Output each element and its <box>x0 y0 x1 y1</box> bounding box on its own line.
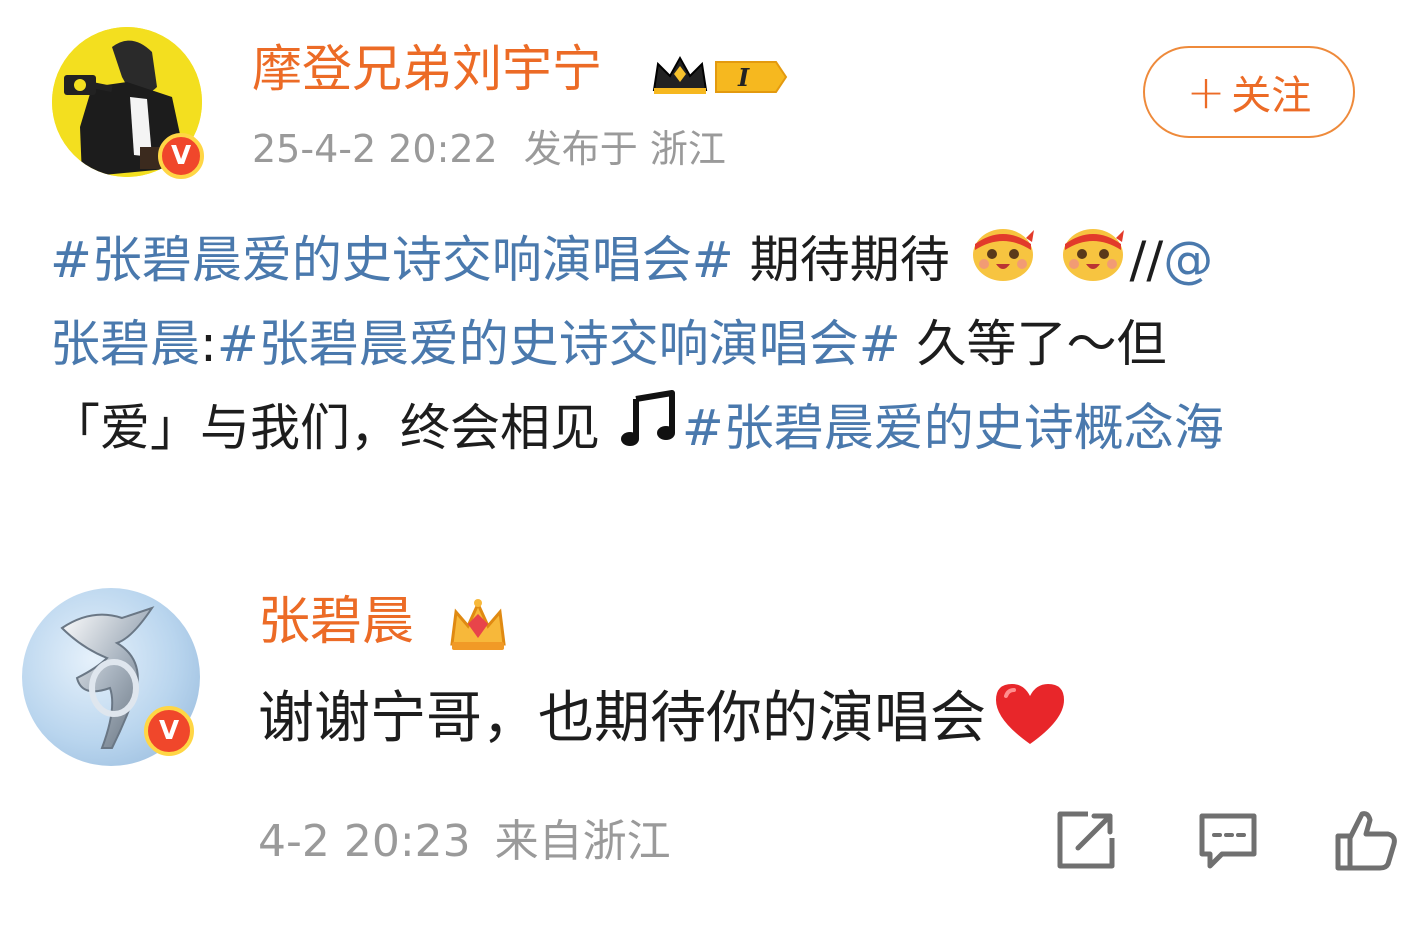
post-body-line-1: #张碧晨爱的史诗交响演唱会# 期待期待 //@ <box>50 218 1390 302</box>
verified-badge: V <box>144 706 194 756</box>
post-body: #张碧晨爱的史诗交响演唱会# 期待期待 //@ 张碧晨:#张碧晨爱的史诗交响演唱… <box>50 218 1390 470</box>
follow-button[interactable]: + 关注 <box>1143 46 1355 138</box>
comment-body: 谢谢宁哥，也期待你的演唱会 <box>258 680 1074 758</box>
comment-text: 谢谢宁哥，也期待你的演唱会 <box>258 686 986 751</box>
like-icon[interactable] <box>1334 808 1398 872</box>
repost-separator: // <box>1129 231 1164 289</box>
verified-badge: V <box>158 133 204 179</box>
music-note-emoji <box>620 389 678 474</box>
cheer-emoji <box>970 220 1036 307</box>
follow-label: 关注 <box>1231 73 1312 119</box>
post-meta: 25-4-2 20:22 发布于 浙江 <box>252 130 726 168</box>
comment-timestamp: 4-2 20:23 <box>258 816 471 867</box>
cheer-emoji <box>1060 220 1126 307</box>
crown-icon <box>446 594 510 654</box>
mention-link[interactable]: 张碧晨 <box>50 315 200 373</box>
hashtag-link[interactable]: #张碧晨爱的史诗交响演唱会# <box>217 315 901 373</box>
post-timestamp: 25-4-2 20:22 <box>252 127 498 171</box>
plus-icon: + <box>1186 65 1226 119</box>
share-icon[interactable] <box>1054 808 1118 872</box>
commenter-name[interactable]: 张碧晨 <box>258 596 414 648</box>
author-name[interactable]: 摩登兄弟刘宇宁 <box>252 44 602 94</box>
hashtag-link[interactable]: #张碧晨爱的史诗概念海 <box>682 399 1224 457</box>
mention-at[interactable]: @ <box>1163 231 1213 289</box>
level-text: I <box>737 63 750 92</box>
post-body-line-2: 张碧晨:#张碧晨爱的史诗交响演唱会# 久等了～但 <box>50 302 1390 386</box>
post-text: 「爱」与我们，终会相见 <box>50 399 600 457</box>
post-text: 期待期待 <box>733 231 950 289</box>
colon: : <box>200 315 217 373</box>
comment-meta: 4-2 20:23 来自浙江 <box>258 820 671 864</box>
comment-icon[interactable] <box>1196 808 1260 872</box>
commenter-avatar[interactable]: V <box>22 588 200 766</box>
red-heart-emoji <box>990 680 1070 758</box>
author-avatar[interactable]: V <box>52 27 204 179</box>
post-location: 发布于 浙江 <box>523 127 726 171</box>
post-text: 久等了～但 <box>900 315 1167 373</box>
post-body-line-3: 「爱」与我们，终会相见 #张碧晨爱的史诗概念海 <box>50 386 1390 470</box>
hashtag-link[interactable]: #张碧晨爱的史诗交响演唱会# <box>50 231 734 289</box>
crown-level-badge: I <box>650 52 790 102</box>
weibo-thread: V 摩登兄弟刘宇宁 I 25-4-2 20:22 发布于 浙江 + 关注 #张碧晨爱… <box>0 0 1408 938</box>
comment-location: 来自浙江 <box>494 816 671 867</box>
